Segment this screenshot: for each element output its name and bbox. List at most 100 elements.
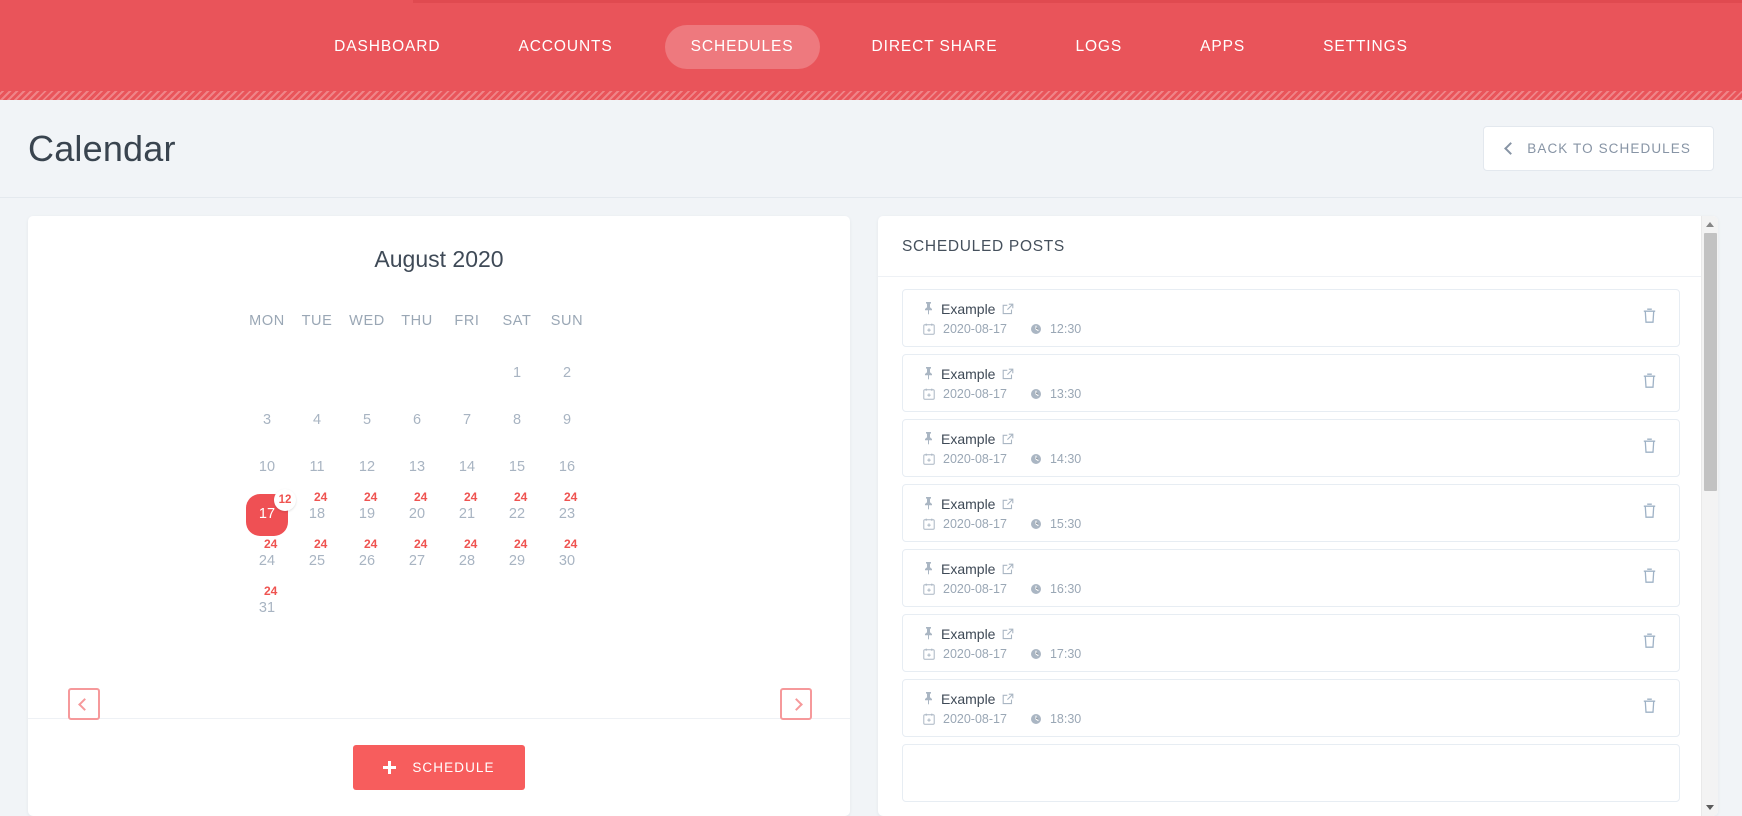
scheduled-post-row[interactable]: Example 2020-08-17 18:30: [902, 679, 1680, 737]
calendar-prev-month-button[interactable]: [68, 688, 100, 720]
calendar-day-9[interactable]: 9: [542, 396, 592, 443]
calendar-day-number: 13: [408, 459, 426, 475]
schedule-button[interactable]: SCHEDULE: [353, 745, 525, 790]
nav-items: DASHBOARD ACCOUNTS SCHEDULES DIRECT SHARE LO…: [295, 25, 1447, 69]
scrollbar-thumb[interactable]: [1704, 233, 1717, 491]
calendar-icon: [923, 518, 935, 530]
delete-scheduled-post-button[interactable]: [1636, 691, 1663, 725]
calendar-day-13[interactable]: 13: [392, 443, 442, 490]
calendar-weekday-fri: FRI: [454, 313, 480, 329]
calendar-day-3[interactable]: 3: [242, 396, 292, 443]
calendar-day-number: 21: [458, 506, 476, 522]
scheduled-post-title-row: Example: [923, 366, 1081, 382]
scheduled-post-meta-row: 2020-08-17 13:30: [923, 387, 1081, 401]
calendar-day-31[interactable]: 24 31: [242, 584, 292, 631]
clock-icon: [1030, 518, 1042, 530]
calendar-day-26[interactable]: 24 26: [342, 537, 392, 584]
calendar-day-12[interactable]: 12: [342, 443, 392, 490]
calendar-day-badge: 24: [414, 490, 428, 504]
calendar-day-10[interactable]: 10: [242, 443, 292, 490]
calendar-day-17[interactable]: 12 17: [242, 489, 296, 537]
scrollbar-up-button[interactable]: [1702, 216, 1718, 233]
scheduled-post-row[interactable]: Example 2020-08-17 12:30: [902, 289, 1680, 347]
calendar-day-18[interactable]: 24 18: [292, 490, 342, 537]
calendar-day-2[interactable]: 2: [542, 349, 592, 396]
calendar-day-28[interactable]: 24 28: [442, 537, 492, 584]
calendar-day-badge: 24: [514, 537, 528, 551]
delete-scheduled-post-button[interactable]: [1636, 561, 1663, 595]
nav-item-schedules[interactable]: SCHEDULES: [664, 25, 820, 69]
nav-item-apps[interactable]: APPS: [1174, 25, 1271, 69]
external-link-icon[interactable]: [1002, 433, 1014, 445]
calendar-day-24[interactable]: 24 24: [242, 537, 292, 584]
nav-item-direct-share[interactable]: DIRECT SHARE: [846, 25, 1024, 69]
calendar-day-16[interactable]: 16: [542, 443, 592, 490]
top-navigation-bar: DASHBOARD ACCOUNTS SCHEDULES DIRECT SHARE LO…: [0, 0, 1742, 100]
calendar-next-month-button[interactable]: [780, 688, 812, 720]
calendar-day-5[interactable]: 5: [342, 396, 392, 443]
scheduled-post-info: Example 2020-08-17 15:30: [923, 496, 1081, 531]
delete-scheduled-post-button[interactable]: [1636, 431, 1663, 465]
external-link-icon[interactable]: [1002, 303, 1014, 315]
back-to-schedules-button[interactable]: BACK TO SCHEDULES: [1483, 126, 1714, 171]
nav-item-dashboard[interactable]: DASHBOARD: [308, 25, 466, 69]
scheduled-post-date: 2020-08-17: [943, 321, 1007, 336]
nav-item-logs[interactable]: LOGS: [1049, 25, 1148, 69]
nav-item-accounts[interactable]: ACCOUNTS: [492, 25, 638, 69]
calendar-day-20[interactable]: 24 20: [392, 490, 442, 537]
posts-scrollbar[interactable]: [1701, 216, 1718, 816]
nav-item-settings[interactable]: SETTINGS: [1297, 25, 1434, 69]
calendar-week-row: 3 4 5 6 7 8 9: [242, 396, 592, 443]
scrollbar-down-button[interactable]: [1702, 799, 1718, 816]
calendar-day-14[interactable]: 14: [442, 443, 492, 490]
scheduled-post-row[interactable]: Example 2020-08-17 16:30: [902, 549, 1680, 607]
scheduled-post-title: Example: [941, 690, 996, 707]
calendar-day-number: 3: [262, 412, 272, 428]
calendar-day-1[interactable]: 1: [492, 349, 542, 396]
scheduled-post-row[interactable]: Example 2020-08-17 14:30: [902, 419, 1680, 477]
pin-icon: [923, 627, 934, 640]
external-link-icon[interactable]: [1002, 368, 1014, 380]
calendar-week-row: 24 31: [242, 584, 592, 631]
calendar-weekday-mon: MON: [249, 313, 285, 329]
calendar-day-15[interactable]: 15: [492, 443, 542, 490]
calendar-day-27[interactable]: 24 27: [392, 537, 442, 584]
scheduled-post-info: Example 2020-08-17 18:30: [923, 691, 1081, 726]
scheduled-post-row[interactable]: Example 2020-08-17 13:30: [902, 354, 1680, 412]
external-link-icon[interactable]: [1002, 498, 1014, 510]
delete-scheduled-post-button[interactable]: [1636, 366, 1663, 400]
scheduled-post-title-row: Example: [923, 691, 1081, 707]
calendar-day-11[interactable]: 11: [292, 443, 342, 490]
scrollbar-track[interactable]: [1702, 233, 1718, 799]
external-link-icon[interactable]: [1002, 628, 1014, 640]
scheduled-post-title: Example: [941, 300, 996, 317]
clock-icon: [1030, 648, 1042, 660]
calendar-day-21[interactable]: 24 21: [442, 490, 492, 537]
calendar-day-number: 11: [309, 459, 325, 475]
calendar-day-badge: 24: [514, 490, 528, 504]
delete-scheduled-post-button[interactable]: [1636, 496, 1663, 530]
calendar-day-7[interactable]: 7: [442, 396, 492, 443]
calendar-body: August 2020 MON TUE WED THU FRI SAT SUN 123456…: [28, 216, 850, 720]
calendar-day-number: 12: [358, 459, 376, 475]
calendar-day-badge: 24: [264, 537, 278, 551]
scheduled-post-time: 14:30: [1049, 451, 1082, 466]
delete-scheduled-post-button[interactable]: [1636, 626, 1663, 660]
calendar-day-19[interactable]: 24 19: [342, 490, 392, 537]
scheduled-post-row[interactable]: [902, 744, 1680, 802]
calendar-day-6[interactable]: 6: [392, 396, 442, 443]
calendar-day-22[interactable]: 24 22: [492, 490, 542, 537]
external-link-icon[interactable]: [1002, 563, 1014, 575]
calendar-day-25[interactable]: 24 25: [292, 537, 342, 584]
calendar-day-number: 23: [558, 506, 576, 522]
calendar-day-23[interactable]: 24 23: [542, 490, 592, 537]
calendar-day-8[interactable]: 8: [492, 396, 542, 443]
scheduled-post-row[interactable]: Example 2020-08-17 17:30: [902, 614, 1680, 672]
external-link-icon[interactable]: [1002, 693, 1014, 705]
calendar-day-4[interactable]: 4: [292, 396, 342, 443]
delete-scheduled-post-button[interactable]: [1636, 301, 1663, 335]
calendar-day-30[interactable]: 24 30: [542, 537, 592, 584]
calendar-icon: [923, 713, 935, 725]
scheduled-post-row[interactable]: Example 2020-08-17 15:30: [902, 484, 1680, 542]
calendar-day-29[interactable]: 24 29: [492, 537, 542, 584]
